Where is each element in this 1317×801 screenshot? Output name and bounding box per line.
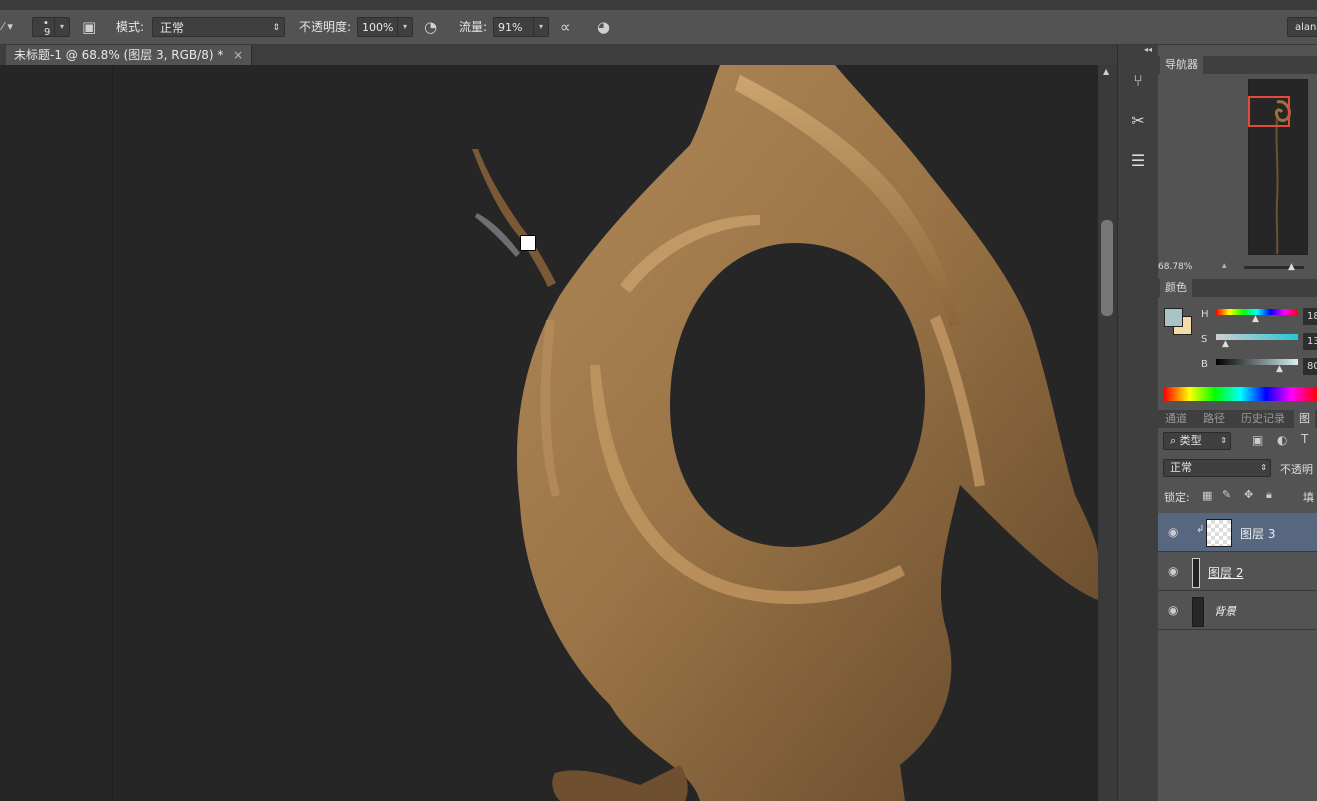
- close-icon[interactable]: ×: [233, 48, 243, 62]
- lock-pixels-icon[interactable]: ✎: [1222, 488, 1231, 501]
- menu-bar: [0, 0, 1317, 10]
- saturation-slider-handle[interactable]: ▲: [1222, 339, 1229, 349]
- brush-size-picker[interactable]: • 9 ▾: [32, 17, 70, 38]
- layer-filter-select[interactable]: ⌕ 类型 ⇕: [1163, 432, 1231, 450]
- flow-label: 流量:: [459, 20, 488, 34]
- layer-thumbnail: [1192, 558, 1200, 588]
- layer-row[interactable]: ◉ 背景: [1158, 591, 1317, 630]
- workspace-user-label: alan: [1295, 22, 1317, 33]
- adjustments-icon[interactable]: ☰: [1126, 149, 1150, 173]
- zoom-slider[interactable]: [1244, 266, 1304, 269]
- chevron-down-icon: ▾: [54, 18, 69, 36]
- lock-icon[interactable]: 🔒︎: [1266, 488, 1272, 502]
- layer-filter-value: 类型: [1179, 434, 1202, 447]
- saturation-value[interactable]: 13: [1303, 333, 1317, 350]
- mode-label: 模式:: [116, 20, 145, 34]
- type-filter-icon[interactable]: T: [1301, 432, 1308, 446]
- navigator-view-box[interactable]: [1248, 96, 1290, 127]
- color-spectrum-bar[interactable]: [1164, 387, 1317, 401]
- select-arrows-icon: ⇕: [1260, 463, 1267, 472]
- tab-channels[interactable]: 通道: [1160, 410, 1192, 428]
- layer-name[interactable]: 图层 3: [1240, 525, 1275, 542]
- select-arrows-icon: ⇕: [1220, 436, 1227, 445]
- collapse-icon[interactable]: ◂◂: [1144, 45, 1152, 54]
- tab-history[interactable]: 历史记录: [1236, 410, 1290, 428]
- eye-icon[interactable]: ◉: [1168, 603, 1178, 617]
- blend-mode-select[interactable]: 正常 ⇕: [152, 17, 285, 37]
- zoom-out-icon[interactable]: ▴: [1222, 261, 1227, 271]
- hue-label: H: [1201, 309, 1209, 320]
- clipping-mask-icon: ↲: [1196, 524, 1205, 535]
- layer-name[interactable]: 背景: [1214, 603, 1236, 619]
- brush-presets-icon[interactable]: ⑂: [1126, 69, 1150, 93]
- hue-slider-handle[interactable]: ▲: [1252, 314, 1259, 324]
- pen-pressure-icon[interactable]: ◔: [424, 17, 437, 37]
- panel-dock: ◂◂ ⑂ ✂ ☰: [1117, 45, 1159, 801]
- select-arrows-icon: ⇕: [272, 23, 280, 33]
- search-icon: ⌕: [1170, 434, 1180, 447]
- fill-label: 填: [1303, 491, 1314, 504]
- image-filter-icon[interactable]: ▣: [1252, 433, 1263, 447]
- layer-row[interactable]: ◉ ↲ 图层 3: [1158, 513, 1317, 552]
- layer-row[interactable]: ◉ 图层 2: [1158, 552, 1317, 591]
- document-title: 未标题-1 @ 68.8% (图层 3, RGB/8) *: [14, 48, 224, 62]
- tab-paths[interactable]: 路径: [1198, 410, 1230, 428]
- lock-label: 锁定:: [1164, 491, 1190, 504]
- painted-wood-artwork: [472, 65, 1098, 801]
- options-bar: ⁄ ▾ • 9 ▾ ▣ 模式: 正常 ⇕ 不透明度: 100% ▾ ◔ 流量: …: [0, 10, 1317, 45]
- eye-icon[interactable]: ◉: [1168, 564, 1178, 578]
- adjustment-filter-icon[interactable]: ◐: [1277, 433, 1287, 447]
- layer-thumbnail: [1206, 519, 1232, 547]
- eye-icon[interactable]: ◉: [1168, 525, 1178, 539]
- flow-value: 91%: [498, 21, 523, 34]
- brightness-value[interactable]: 80: [1303, 358, 1317, 375]
- opacity-value: 100%: [362, 21, 394, 34]
- layer-opacity-label: 不透明: [1280, 463, 1313, 476]
- layer-name[interactable]: 图层 2: [1208, 564, 1243, 581]
- workspace-user-button[interactable]: alan: [1287, 17, 1317, 37]
- tab-color[interactable]: 颜色: [1160, 279, 1192, 297]
- document-tab[interactable]: 未标题-1 @ 68.8% (图层 3, RGB/8) * ×: [6, 45, 253, 65]
- tool-presets-icon[interactable]: ✂: [1126, 109, 1150, 133]
- zoom-slider-handle[interactable]: ▲: [1288, 262, 1295, 272]
- layer-blend-mode-select[interactable]: 正常 ⇕: [1163, 459, 1271, 477]
- airbrush-icon[interactable]: ∝: [560, 17, 571, 37]
- opacity-label: 不透明度:: [299, 20, 352, 34]
- tool-preset-icon[interactable]: ⁄ ▾: [2, 17, 13, 37]
- opacity-field[interactable]: 100% ▾: [357, 17, 413, 37]
- pen-pressure-size-icon[interactable]: ◕: [597, 17, 610, 37]
- zoom-level[interactable]: 68.78%: [1158, 262, 1192, 272]
- tab-layers[interactable]: 图: [1294, 410, 1315, 428]
- brightness-label: B: [1201, 359, 1208, 370]
- chevron-down-icon: ▾: [533, 18, 548, 36]
- saturation-label: S: [1201, 334, 1208, 345]
- navigator-tab-row: 导航器: [1158, 56, 1317, 74]
- chevron-down-icon: ▾: [397, 18, 412, 36]
- layer-thumbnail: [1192, 597, 1204, 627]
- lock-transparent-icon[interactable]: ▦: [1202, 489, 1212, 502]
- vertical-scrollbar[interactable]: [1098, 65, 1117, 801]
- color-tab-row: 颜色: [1158, 279, 1317, 297]
- foreground-color-swatch[interactable]: [1164, 308, 1183, 327]
- scroll-up-icon[interactable]: ▲: [1103, 67, 1109, 76]
- tab-navigator[interactable]: 导航器: [1160, 56, 1203, 74]
- brush-cursor-icon: [520, 235, 536, 251]
- brush-panel-icon[interactable]: ▣: [82, 17, 96, 37]
- layers-tab-row: 通道 路径 历史记录 图: [1158, 410, 1317, 428]
- brightness-slider-handle[interactable]: ▲: [1276, 364, 1283, 374]
- hue-value[interactable]: 18: [1303, 308, 1317, 325]
- layer-blend-mode-value: 正常: [1170, 461, 1192, 474]
- canvas[interactable]: [0, 65, 1098, 801]
- scroll-thumb[interactable]: [1101, 220, 1113, 316]
- brush-size-value: 9: [44, 27, 51, 38]
- brightness-slider[interactable]: [1216, 359, 1298, 365]
- blend-mode-value: 正常: [160, 21, 185, 35]
- lock-position-icon[interactable]: ✥: [1244, 488, 1253, 501]
- flow-field[interactable]: 91% ▾: [493, 17, 549, 37]
